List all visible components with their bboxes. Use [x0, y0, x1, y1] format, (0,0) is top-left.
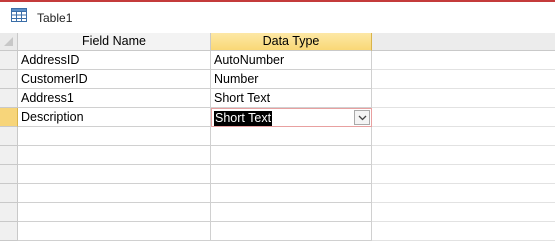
data-type-cell[interactable] [211, 184, 372, 203]
row-filler [372, 70, 555, 89]
column-header-data-type[interactable]: Data Type [211, 33, 372, 51]
data-type-selected-value: Short Text [214, 111, 273, 126]
empty-row [0, 165, 555, 184]
row-filler [372, 146, 555, 165]
data-type-cell[interactable]: AutoNumber [211, 51, 372, 70]
row-selector[interactable] [0, 203, 18, 222]
document-tab-bar: Table1 [0, 0, 555, 33]
row-filler [372, 89, 555, 108]
field-name-cell[interactable]: AddressID [18, 51, 211, 70]
field-name-cell[interactable] [18, 165, 211, 184]
empty-row [0, 146, 555, 165]
data-type-cell[interactable] [211, 127, 372, 146]
data-type-cell[interactable] [211, 165, 372, 184]
row-filler [372, 184, 555, 203]
document-tab-title[interactable]: Table1 [37, 11, 72, 25]
field-name-cell[interactable]: CustomerID [18, 70, 211, 89]
row-filler [372, 108, 555, 127]
row-filler [372, 203, 555, 222]
data-type-cell[interactable] [211, 203, 372, 222]
column-header-field-name[interactable]: Field Name [18, 33, 211, 51]
table-row: Address1 Short Text [0, 89, 555, 108]
empty-row [0, 222, 555, 241]
current-row-selector[interactable] [0, 108, 18, 127]
table-icon [11, 8, 27, 22]
field-name-cell[interactable] [18, 222, 211, 241]
field-name-cell[interactable]: Description [18, 108, 211, 127]
empty-row [0, 184, 555, 203]
field-name-cell[interactable] [18, 146, 211, 165]
column-header-filler [372, 33, 555, 51]
row-selector[interactable] [0, 70, 18, 89]
row-filler [372, 165, 555, 184]
row-selector[interactable] [0, 89, 18, 108]
row-selector[interactable] [0, 127, 18, 146]
row-selector[interactable] [0, 184, 18, 203]
row-selector[interactable] [0, 146, 18, 165]
data-type-dropdown[interactable]: Short Text [211, 108, 372, 127]
field-name-cell[interactable] [18, 203, 211, 222]
row-selector[interactable] [0, 51, 18, 70]
table-design-grid: Field Name Data Type AddressID AutoNumbe… [0, 33, 555, 245]
data-type-cell[interactable] [211, 222, 372, 241]
table-row: AddressID AutoNumber [0, 51, 555, 70]
select-all-corner[interactable] [0, 33, 18, 51]
data-type-cell[interactable] [211, 146, 372, 165]
empty-row [0, 203, 555, 222]
row-filler [372, 127, 555, 146]
row-selector[interactable] [0, 165, 18, 184]
data-type-cell[interactable]: Short Text [211, 89, 372, 108]
table-row: CustomerID Number [0, 70, 555, 89]
row-filler [372, 51, 555, 70]
data-type-cell[interactable]: Number [211, 70, 372, 89]
chevron-down-icon[interactable] [354, 110, 370, 125]
empty-row [0, 127, 555, 146]
field-name-cell[interactable] [18, 127, 211, 146]
field-name-cell[interactable]: Address1 [18, 89, 211, 108]
row-filler [372, 222, 555, 241]
table-row-current: Description Short Text [0, 108, 555, 127]
field-name-cell[interactable] [18, 184, 211, 203]
row-selector[interactable] [0, 222, 18, 241]
